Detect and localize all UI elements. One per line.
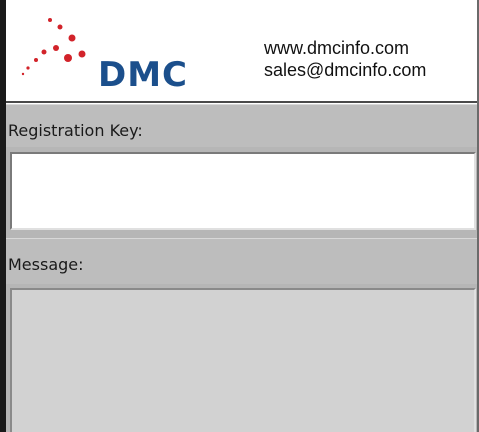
registration-key-label-band: Registration Key: <box>6 104 477 147</box>
message-label-band: Message: <box>6 238 477 284</box>
email-text: sales@dmcinfo.com <box>264 60 427 80</box>
header: DMC www.dmcinfo.com sales@dmcinfo.com <box>6 0 477 101</box>
logo-text: DMC <box>98 55 189 95</box>
message-textarea[interactable] <box>10 288 476 432</box>
registration-key-input[interactable] <box>10 152 476 230</box>
header-divider <box>6 101 477 103</box>
message-label: Message: <box>8 255 84 274</box>
registration-key-label: Registration Key: <box>8 121 143 140</box>
contact-info: www.dmcinfo.com sales@dmcinfo.com <box>264 37 426 81</box>
dmc-logo: DMC <box>20 14 230 94</box>
website-text: www.dmcinfo.com <box>264 38 410 58</box>
